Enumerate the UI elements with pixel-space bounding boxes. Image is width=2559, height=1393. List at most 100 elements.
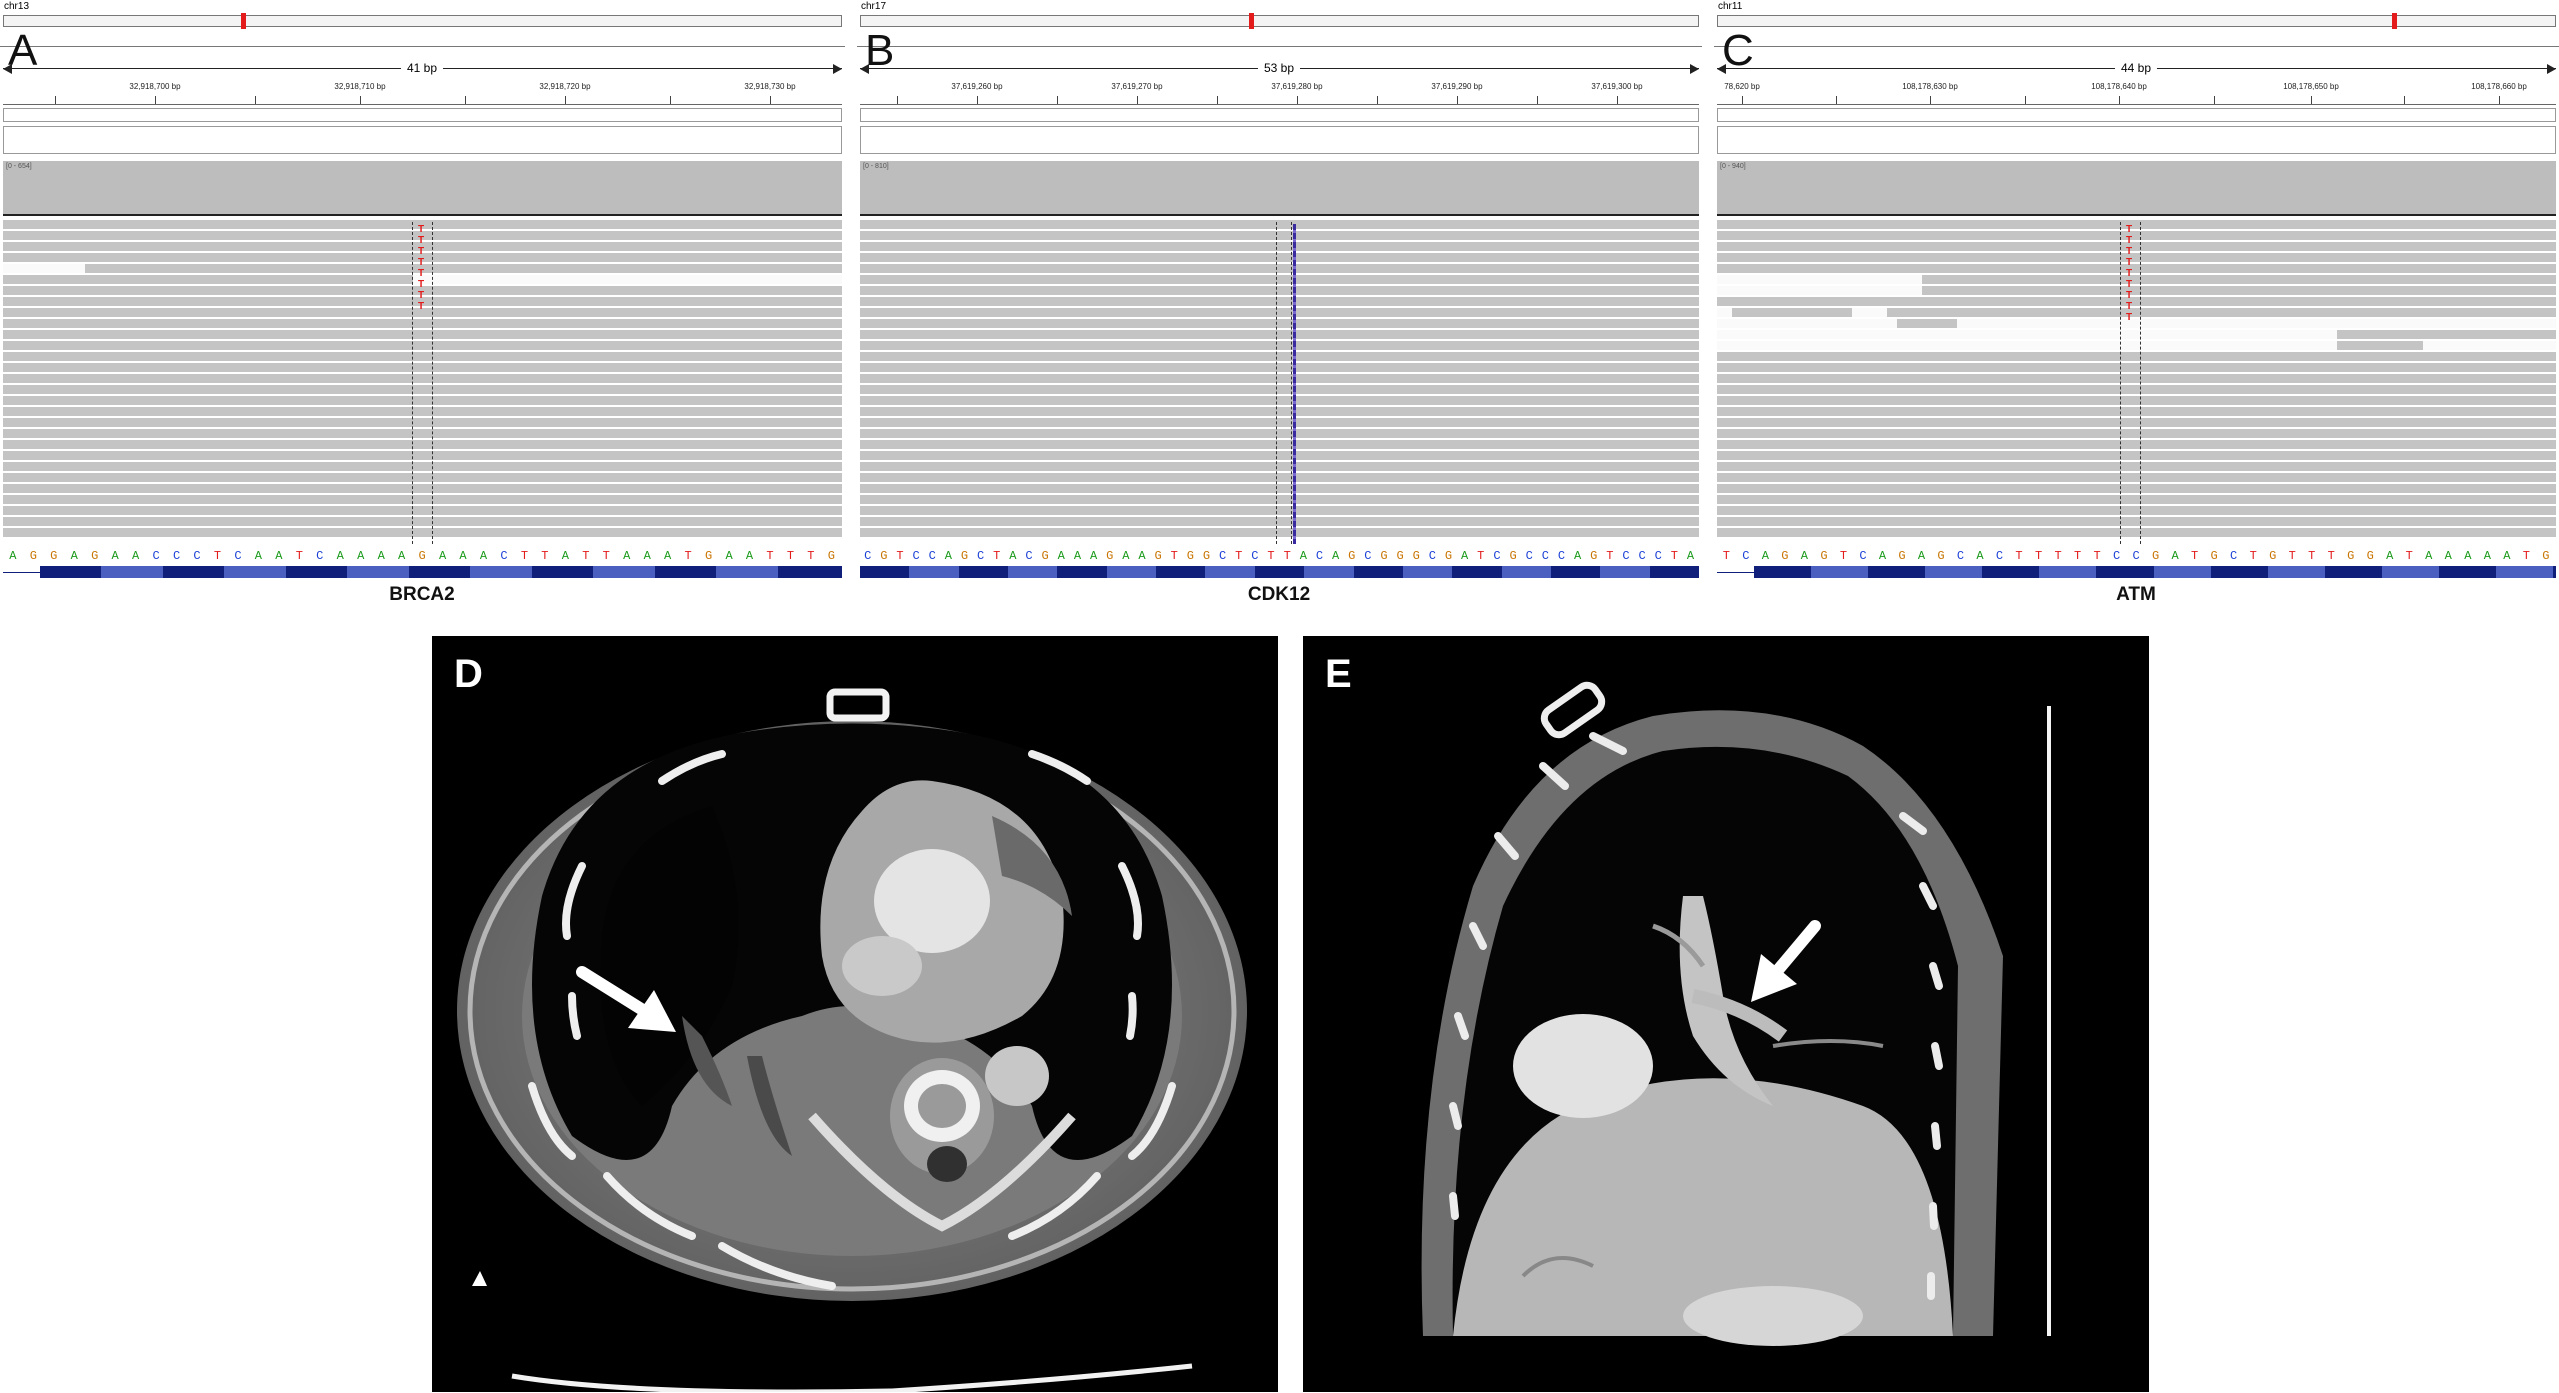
base-G: G bbox=[1898, 549, 1906, 562]
base-C: C bbox=[2132, 549, 2140, 562]
read bbox=[3, 363, 842, 372]
read bbox=[1717, 242, 2556, 251]
base-T: T bbox=[2327, 549, 2335, 562]
read-gap bbox=[1957, 319, 2556, 328]
coverage-track: [0 - 940] bbox=[1717, 161, 2556, 216]
base-T: T bbox=[2288, 549, 2296, 562]
mutation-base: T bbox=[2126, 301, 2133, 312]
base-A: A bbox=[1976, 549, 1984, 562]
base-T: T bbox=[1283, 549, 1291, 562]
base-T: T bbox=[1839, 549, 1848, 562]
mutation-base: T bbox=[2126, 279, 2133, 290]
read bbox=[860, 275, 1699, 284]
read bbox=[860, 396, 1699, 405]
base-A: A bbox=[2386, 549, 2394, 562]
read bbox=[1717, 231, 2556, 240]
base-A: A bbox=[2464, 549, 2472, 562]
read bbox=[3, 484, 842, 493]
base-G: G bbox=[1202, 549, 1211, 562]
codon-block bbox=[1501, 566, 1551, 578]
read bbox=[860, 341, 1699, 350]
tick-label: 32,918,730 bp bbox=[744, 82, 796, 91]
read-gap bbox=[1717, 275, 1922, 284]
base-G: G bbox=[1937, 549, 1945, 562]
read bbox=[1717, 407, 2556, 416]
base-T: T bbox=[1235, 549, 1243, 562]
read bbox=[3, 429, 842, 438]
base-A: A bbox=[745, 549, 754, 562]
span-label: 44 bp bbox=[2114, 61, 2158, 75]
tick-label: 108,178,660 bp bbox=[2471, 82, 2527, 91]
read bbox=[860, 440, 1699, 449]
read-gap bbox=[1717, 330, 2337, 339]
codon-block bbox=[1205, 566, 1255, 578]
base-G: G bbox=[960, 549, 969, 562]
base-A: A bbox=[275, 549, 283, 562]
base-T: T bbox=[807, 549, 815, 562]
read bbox=[860, 352, 1699, 361]
base-T: T bbox=[2249, 549, 2257, 562]
read bbox=[3, 407, 842, 416]
read bbox=[1717, 385, 2556, 394]
base-T: T bbox=[295, 549, 303, 562]
base-G: G bbox=[418, 549, 426, 562]
codon-block bbox=[1402, 566, 1453, 578]
read bbox=[3, 330, 842, 339]
base-C: C bbox=[1654, 549, 1662, 562]
base-C: C bbox=[912, 549, 920, 562]
read-gap bbox=[1717, 341, 2337, 350]
base-C: C bbox=[1638, 549, 1646, 562]
base-A: A bbox=[254, 549, 262, 562]
mutation-base: T bbox=[2126, 224, 2133, 235]
read bbox=[3, 319, 842, 328]
read bbox=[860, 253, 1699, 262]
read bbox=[1717, 220, 2556, 229]
amino-acid-track bbox=[1754, 566, 2556, 578]
read bbox=[3, 341, 842, 350]
read bbox=[860, 363, 1699, 372]
base-A: A bbox=[1573, 549, 1582, 562]
igv-panel-c: chr11 44 bp 78,620 bp 108,178,630 bp 108… bbox=[1714, 0, 2559, 605]
chromosome-ideogram bbox=[1717, 13, 2556, 29]
mutation-base: T bbox=[418, 290, 425, 301]
read bbox=[860, 517, 1699, 526]
base-G: G bbox=[880, 549, 888, 562]
base-G: G bbox=[2152, 549, 2160, 562]
deletion-column bbox=[1293, 224, 1296, 544]
base-G: G bbox=[91, 549, 99, 562]
base-A: A bbox=[398, 549, 406, 562]
base-T: T bbox=[1670, 549, 1678, 562]
read bbox=[860, 319, 1699, 328]
read bbox=[860, 374, 1699, 383]
reference-sequence: TCAGAGTCAGAGCACTTTTTCCGATGCTGTTTGGATAAAA… bbox=[1717, 549, 2556, 562]
base-A: A bbox=[1800, 549, 1808, 562]
base-A: A bbox=[725, 549, 733, 562]
base-T: T bbox=[2522, 549, 2530, 562]
base-C: C bbox=[1219, 549, 1227, 562]
read bbox=[860, 495, 1699, 504]
mutation-base: T bbox=[418, 279, 425, 290]
read bbox=[1717, 517, 2556, 526]
read bbox=[860, 418, 1699, 427]
read bbox=[3, 473, 842, 482]
base-C: C bbox=[2112, 549, 2121, 562]
base-C: C bbox=[1557, 549, 1566, 562]
base-G: G bbox=[704, 549, 713, 562]
base-G: G bbox=[2210, 549, 2218, 562]
read bbox=[1717, 352, 2556, 361]
read bbox=[3, 440, 842, 449]
base-A: A bbox=[1073, 549, 1082, 562]
panel-letter: A bbox=[8, 26, 38, 75]
codon-block bbox=[909, 566, 959, 578]
base-A: A bbox=[1331, 549, 1340, 562]
base-G: G bbox=[29, 549, 37, 562]
read bbox=[860, 429, 1699, 438]
base-C: C bbox=[316, 549, 324, 562]
base-T: T bbox=[993, 549, 1001, 562]
base-C: C bbox=[928, 549, 936, 562]
codon-block bbox=[224, 566, 286, 578]
base-A: A bbox=[9, 549, 17, 562]
base-C: C bbox=[1622, 549, 1630, 562]
locus-marker bbox=[1249, 13, 1254, 29]
read-gap bbox=[3, 264, 85, 273]
